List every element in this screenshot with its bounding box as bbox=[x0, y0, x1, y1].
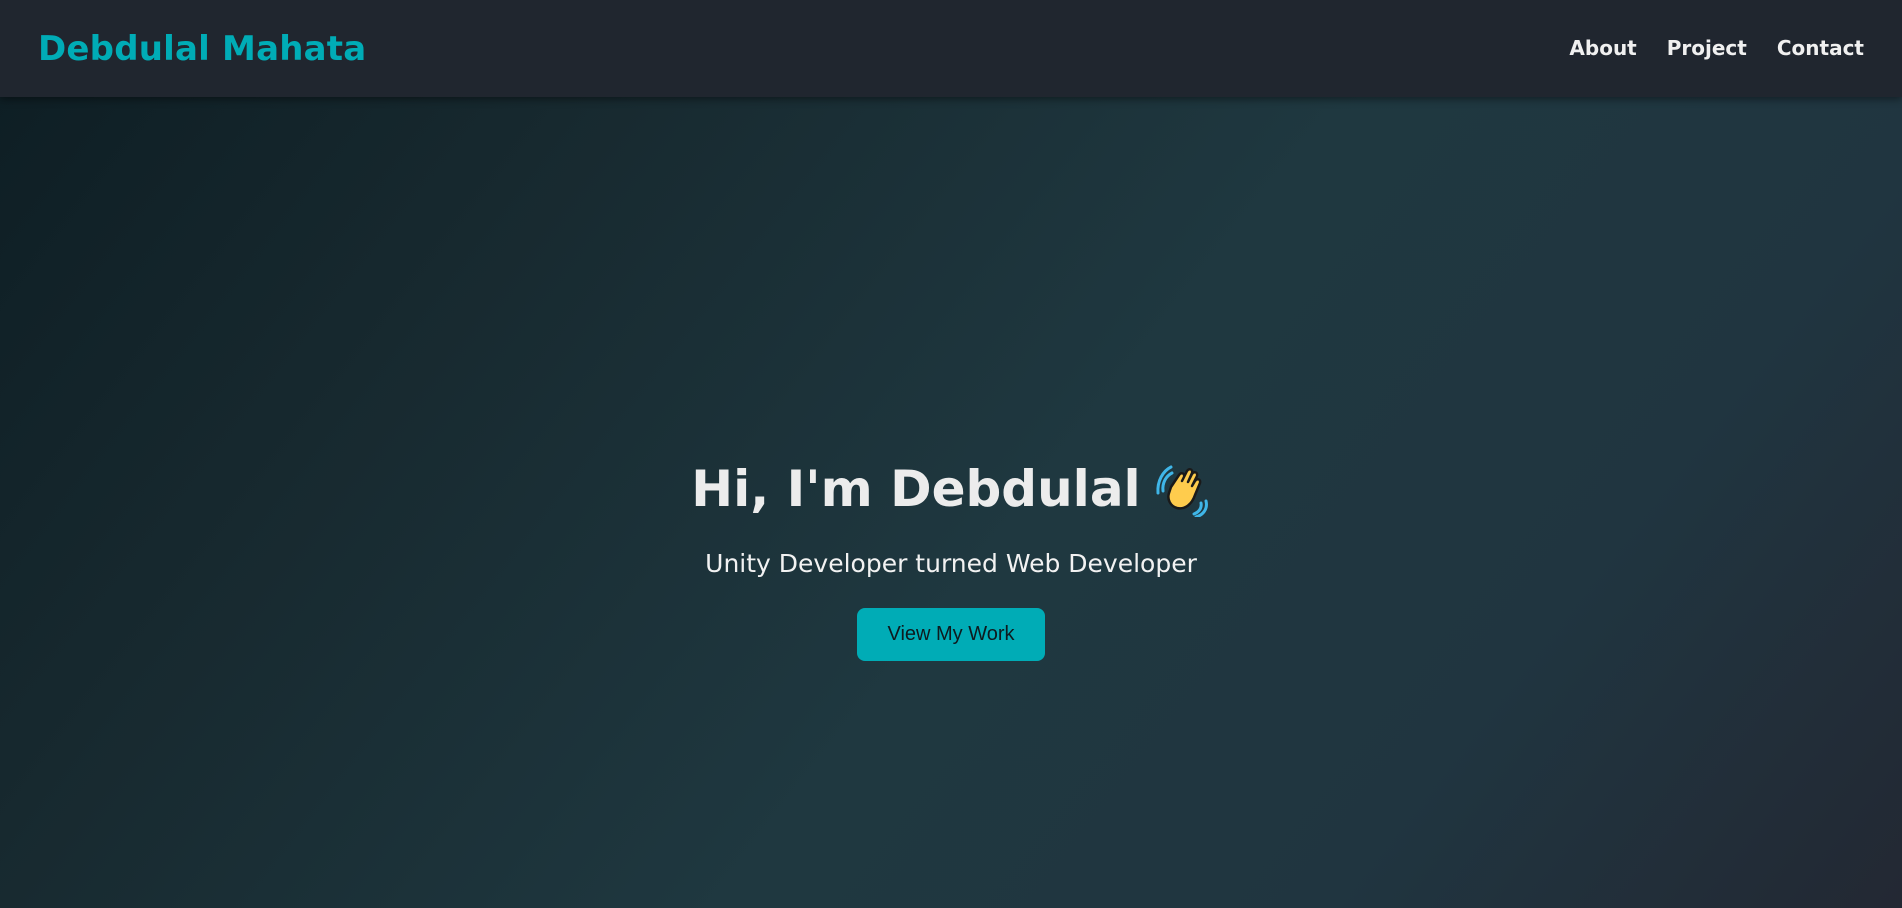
hero-heading: Hi, I'm Debdulal bbox=[691, 460, 1211, 519]
waving-hand-icon bbox=[1155, 461, 1211, 519]
navbar: Debdulal Mahata About Project Contact bbox=[0, 0, 1902, 97]
hero-subtitle: Unity Developer turned Web Developer bbox=[705, 549, 1197, 578]
view-my-work-button[interactable]: View My Work bbox=[857, 608, 1045, 661]
nav-link-project[interactable]: Project bbox=[1667, 36, 1747, 60]
nav-menu: About Project Contact bbox=[1569, 36, 1864, 60]
hero-section: Hi, I'm Debdulal Unity Developer turned … bbox=[0, 97, 1902, 908]
hero-heading-text: Hi, I'm Debdulal bbox=[691, 460, 1141, 518]
brand-logo[interactable]: Debdulal Mahata bbox=[38, 29, 366, 69]
nav-link-contact[interactable]: Contact bbox=[1777, 36, 1864, 60]
nav-link-about[interactable]: About bbox=[1569, 36, 1636, 60]
